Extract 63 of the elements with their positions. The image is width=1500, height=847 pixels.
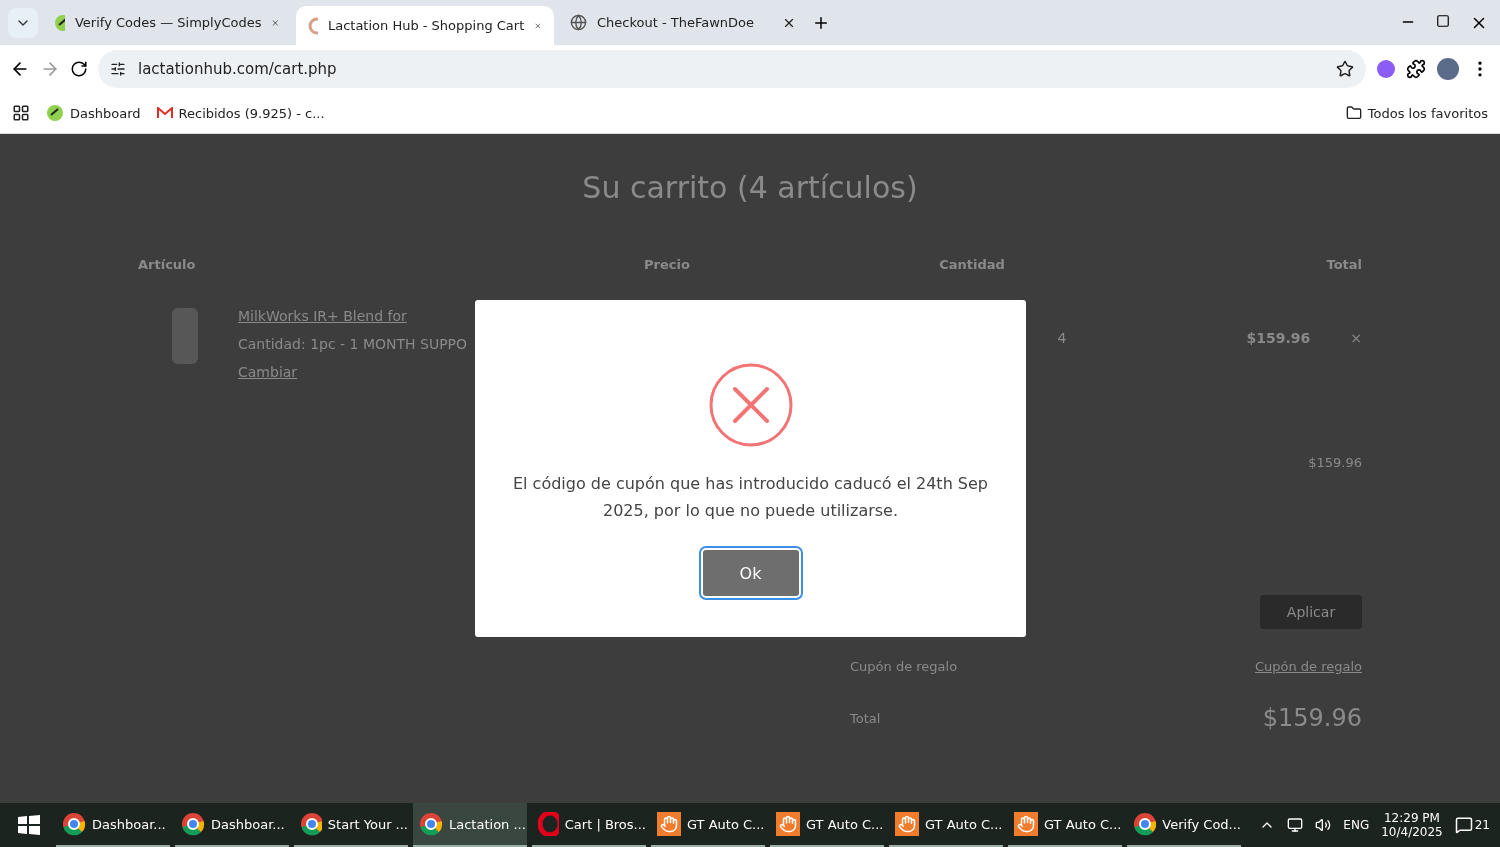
leaf-icon — [54, 13, 65, 32]
taskbar-app[interactable]: Cart | Bros... — [532, 803, 646, 847]
quantity-value: 4 — [1057, 330, 1067, 346]
ok-button[interactable]: Ok — [700, 548, 801, 598]
hand-icon — [776, 812, 800, 836]
clock[interactable]: 12:29 PM 10/4/2025 — [1381, 811, 1443, 839]
total-value: $159.96 — [1262, 704, 1362, 732]
browser-icon — [62, 812, 86, 836]
all-bookmarks-item[interactable]: Todos los favoritos — [1345, 105, 1488, 121]
site-settings-icon[interactable] — [110, 61, 126, 77]
folder-icon — [1345, 105, 1362, 121]
extension-icon[interactable] — [1376, 59, 1396, 79]
hand-icon — [657, 812, 681, 836]
taskbar-app[interactable]: Dashboar... — [175, 803, 289, 847]
taskbar-app[interactable]: Start Your ... — [294, 803, 408, 847]
hand-icon — [895, 812, 919, 836]
error-message: El código de cupón que has introducido caducó el 24th Sep 2025, por lo que no puede utilizarse. — [511, 473, 990, 522]
language-indicator[interactable]: ENG — [1343, 818, 1370, 832]
bookmark-item[interactable]: Recibidos (9.925) - c... — [156, 105, 325, 121]
gift-label: Cupón de regalo — [850, 659, 958, 674]
browser-icon — [300, 812, 322, 836]
taskbar-app[interactable]: Dashboar... — [56, 803, 170, 847]
column-header: Precio — [643, 257, 691, 272]
bookmark-star-icon[interactable] — [1336, 60, 1354, 78]
browser-tab[interactable]: Checkout - TheFawnDoe — [558, 6, 808, 39]
taskbar-app[interactable]: Verify Cod... — [1127, 803, 1241, 847]
browser-icon — [181, 812, 205, 836]
product-thumbnail — [172, 308, 198, 364]
taskbar-app[interactable]: Lactation ... — [413, 803, 527, 847]
profile-avatar[interactable] — [1436, 57, 1460, 81]
tab-list-button[interactable] — [8, 7, 38, 38]
restore-icon[interactable] — [1436, 13, 1450, 28]
bookmark-item[interactable]: Dashboard — [46, 104, 141, 122]
subtotal-value: $159.96 — [1308, 455, 1362, 470]
product-option: Cantidad: 1pc - 1 MONTH SUPPO — [238, 336, 468, 352]
column-header: Cantidad — [938, 257, 1006, 272]
taskbar-app[interactable]: GT Auto C... — [889, 803, 1003, 847]
browser-tab[interactable]: Verify Codes — SimplyCodes — [42, 6, 292, 39]
network-icon[interactable] — [1287, 817, 1304, 833]
browser-icon — [419, 812, 443, 836]
globe-icon — [570, 14, 587, 31]
reload-icon[interactable] — [70, 60, 88, 78]
apply-button[interactable]: Aplicar — [1260, 595, 1362, 629]
taskbar-app[interactable]: GT Auto C... — [1008, 803, 1122, 847]
extensions-icon[interactable] — [1406, 59, 1426, 79]
leaf-icon — [46, 104, 64, 122]
address-bar[interactable]: lactationhub.com/cart.php — [98, 50, 1366, 88]
notification-count[interactable]: 21 — [1454, 816, 1490, 834]
taskbar-app[interactable]: GT Auto C... — [651, 803, 765, 847]
total-label: Total — [850, 710, 881, 726]
apps-icon[interactable] — [12, 104, 30, 122]
mail-icon — [156, 107, 173, 119]
hand-icon — [1014, 812, 1038, 836]
browser-tab[interactable]: Lactation Hub - Shopping Cart — [296, 6, 554, 45]
row-total: $159.96 — [1246, 330, 1311, 346]
browser-icon — [1133, 812, 1157, 836]
browser-icon — [538, 812, 559, 836]
error-icon — [707, 362, 794, 448]
volume-icon[interactable] — [1315, 817, 1332, 833]
column-header: Total — [1325, 257, 1362, 272]
taskbar-app[interactable]: GT Auto C... — [770, 803, 884, 847]
cart-title: Su carrito (4 artículos) — [581, 170, 919, 205]
column-header: Artículo — [138, 257, 197, 272]
